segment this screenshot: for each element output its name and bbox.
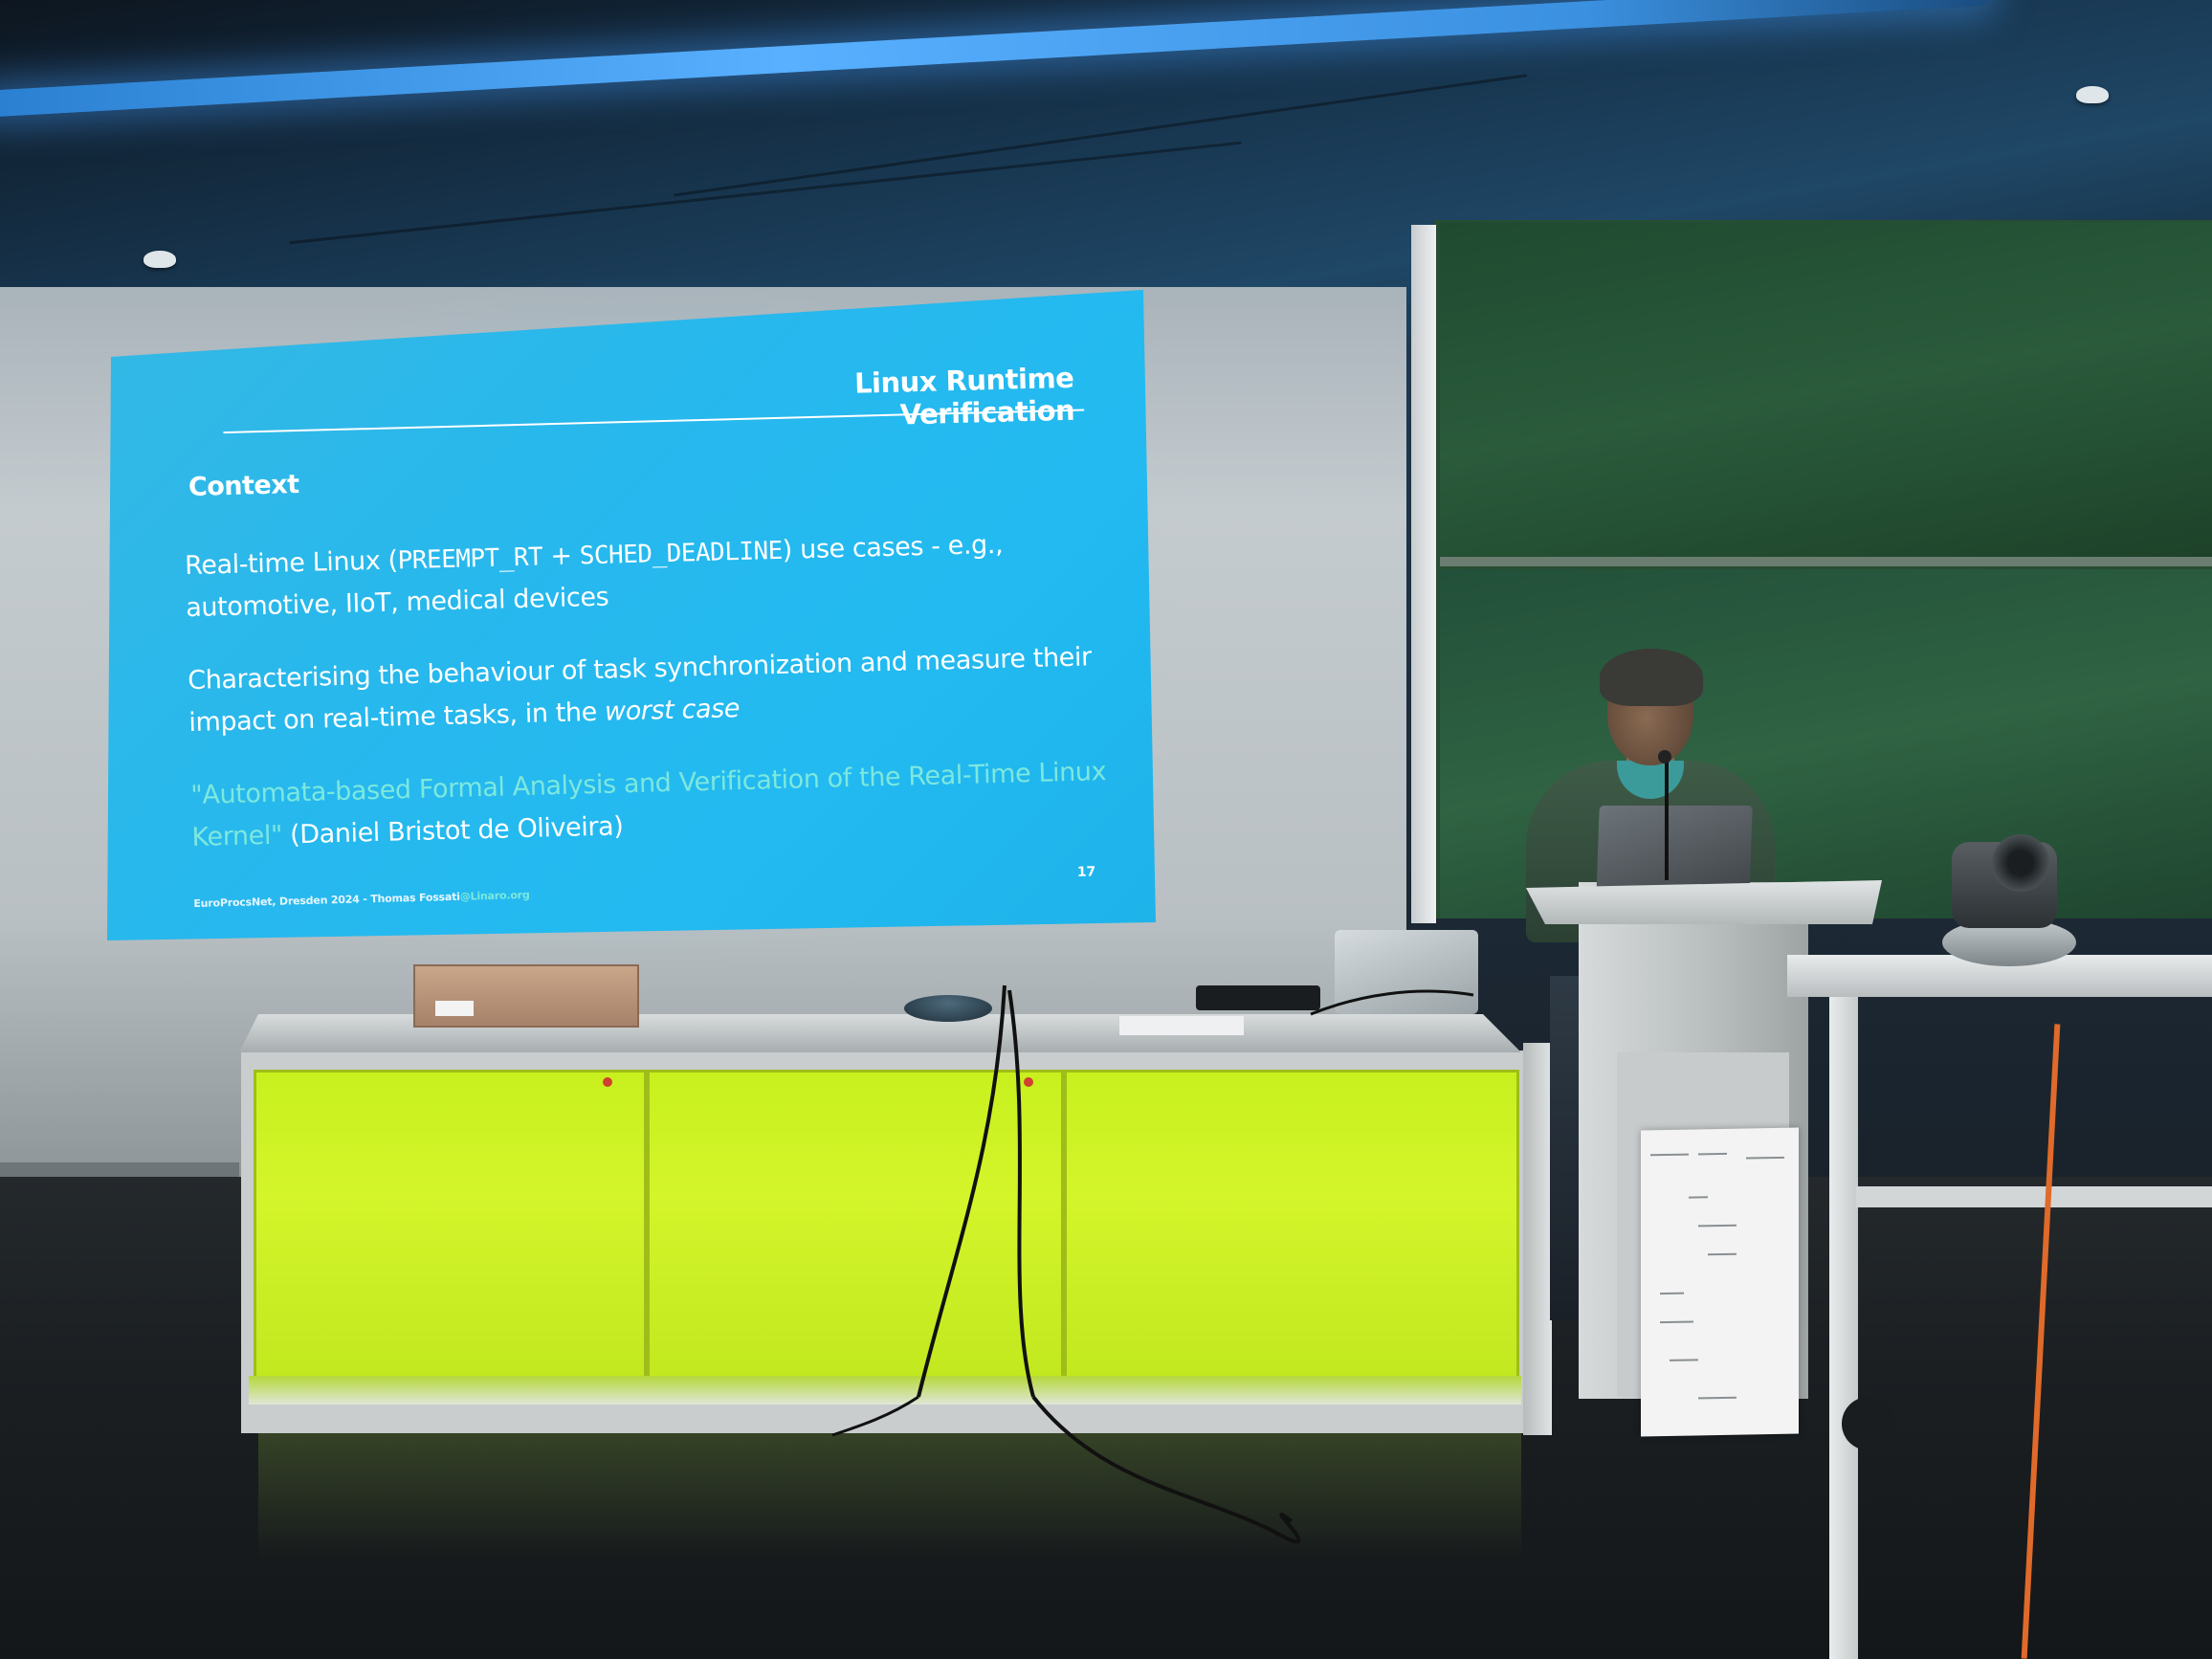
cables-overlay xyxy=(831,984,1474,1544)
cable xyxy=(917,984,1006,1398)
cable xyxy=(1310,989,1474,1016)
cable xyxy=(831,1395,919,1437)
lecture-hall-scene: Linux Runtime Verification Context Real-… xyxy=(0,0,2212,1659)
cable xyxy=(1031,1395,1301,1544)
cable xyxy=(1007,989,1035,1398)
